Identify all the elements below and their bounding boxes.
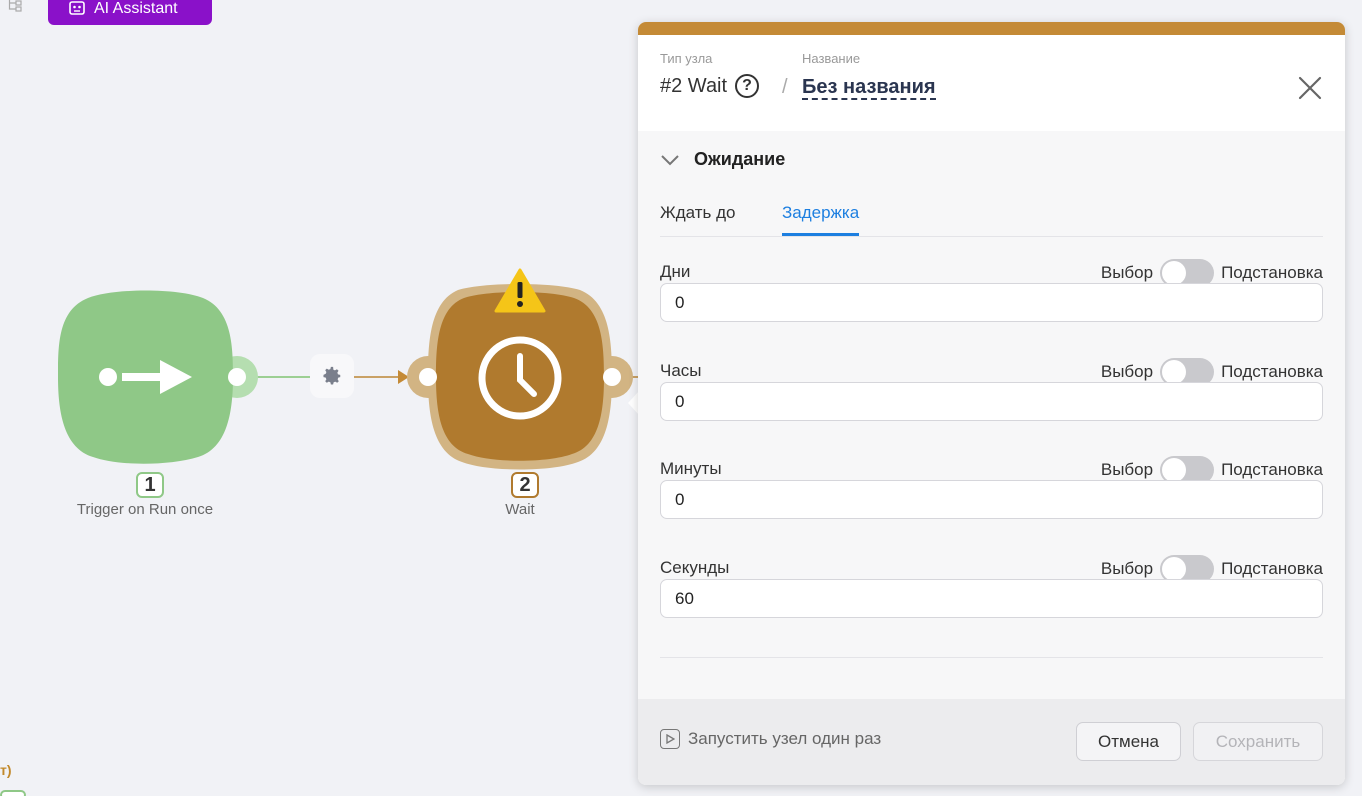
node-type: #2 Wait ? (660, 74, 760, 98)
run-once-button[interactable]: Запустить узел один раз (660, 729, 881, 749)
canvas-edge-label: т) (0, 762, 12, 778)
field-days: Дни Выбор Подстановка 0 (660, 259, 1323, 342)
node-number-badge: 1 (136, 472, 164, 498)
header-separator: / (782, 76, 788, 98)
cancel-button[interactable]: Отмена (1076, 722, 1181, 761)
arrow-right-icon (99, 360, 192, 394)
close-icon[interactable] (1297, 75, 1323, 101)
field-label: Секунды (660, 558, 730, 577)
gear-icon (323, 366, 341, 385)
field-seconds: Секунды Выбор Подстановка 60 (660, 555, 1323, 638)
mode-select-label: Выбор (1100, 460, 1154, 479)
minutes-input[interactable]: 0 (660, 480, 1323, 519)
node-type-label: Тип узла (660, 51, 713, 66)
play-icon (660, 729, 680, 749)
node-type-value: #2 Wait (660, 74, 728, 97)
node-name-label: Название (802, 51, 861, 66)
field-label: Минуты (660, 459, 722, 478)
clock-icon (478, 336, 562, 420)
panel-header: Тип узла Название #2 Wait ? / Без назван… (638, 35, 1345, 131)
node-number-badge: 2 (511, 472, 539, 498)
trigger-node[interactable] (58, 290, 258, 465)
mode-substitution-label: Подстановка (1221, 362, 1323, 381)
run-once-label: Запустить узел один раз (688, 729, 882, 748)
edge-settings-button[interactable] (310, 354, 354, 398)
days-input[interactable]: 0 (660, 283, 1323, 322)
section-header-wait[interactable]: Ожидание (660, 149, 785, 170)
mode-substitution-label: Подстановка (1221, 263, 1323, 282)
warning-icon[interactable] (494, 268, 546, 314)
field-label: Дни (660, 262, 691, 281)
mode-select-label: Выбор (1100, 559, 1154, 578)
mode-substitution-label: Подстановка (1221, 460, 1323, 479)
divider (660, 657, 1323, 658)
canvas-partial-badge (0, 790, 26, 796)
help-symbol: ? (742, 77, 752, 94)
chevron-down-icon (661, 154, 679, 165)
panel-body: Ожидание Ждать до Задержка Дни Выбор Под… (638, 131, 1345, 699)
node-label: Wait (505, 501, 535, 518)
tab-delay[interactable]: Задержка (782, 203, 860, 236)
tab-wait-until[interactable]: Ждать до (660, 203, 735, 233)
save-button[interactable]: Сохранить (1193, 722, 1323, 761)
node-label: Trigger on Run once (76, 501, 214, 518)
panel-footer: Запустить узел один раз Отмена Сохранить (638, 699, 1345, 785)
node-settings-panel: Тип узла Название #2 Wait ? / Без назван… (638, 22, 1345, 785)
field-label: Часы (660, 361, 702, 380)
panel-accent-bar (638, 22, 1345, 35)
help-icon[interactable]: ? (735, 74, 760, 98)
node-name-field[interactable]: Без названия (802, 76, 936, 100)
section-title: Ожидание (694, 149, 786, 169)
field-hours: Часы Выбор Подстановка 0 (660, 358, 1323, 441)
wait-mode-tabs: Ждать до Задержка (660, 199, 1323, 237)
hours-input[interactable]: 0 (660, 382, 1323, 421)
seconds-input[interactable]: 60 (660, 579, 1323, 618)
field-minutes: Минуты Выбор Подстановка 0 (660, 456, 1323, 539)
mode-select-label: Выбор (1100, 362, 1154, 381)
mode-select-label: Выбор (1100, 263, 1154, 282)
mode-substitution-label: Подстановка (1221, 559, 1323, 578)
